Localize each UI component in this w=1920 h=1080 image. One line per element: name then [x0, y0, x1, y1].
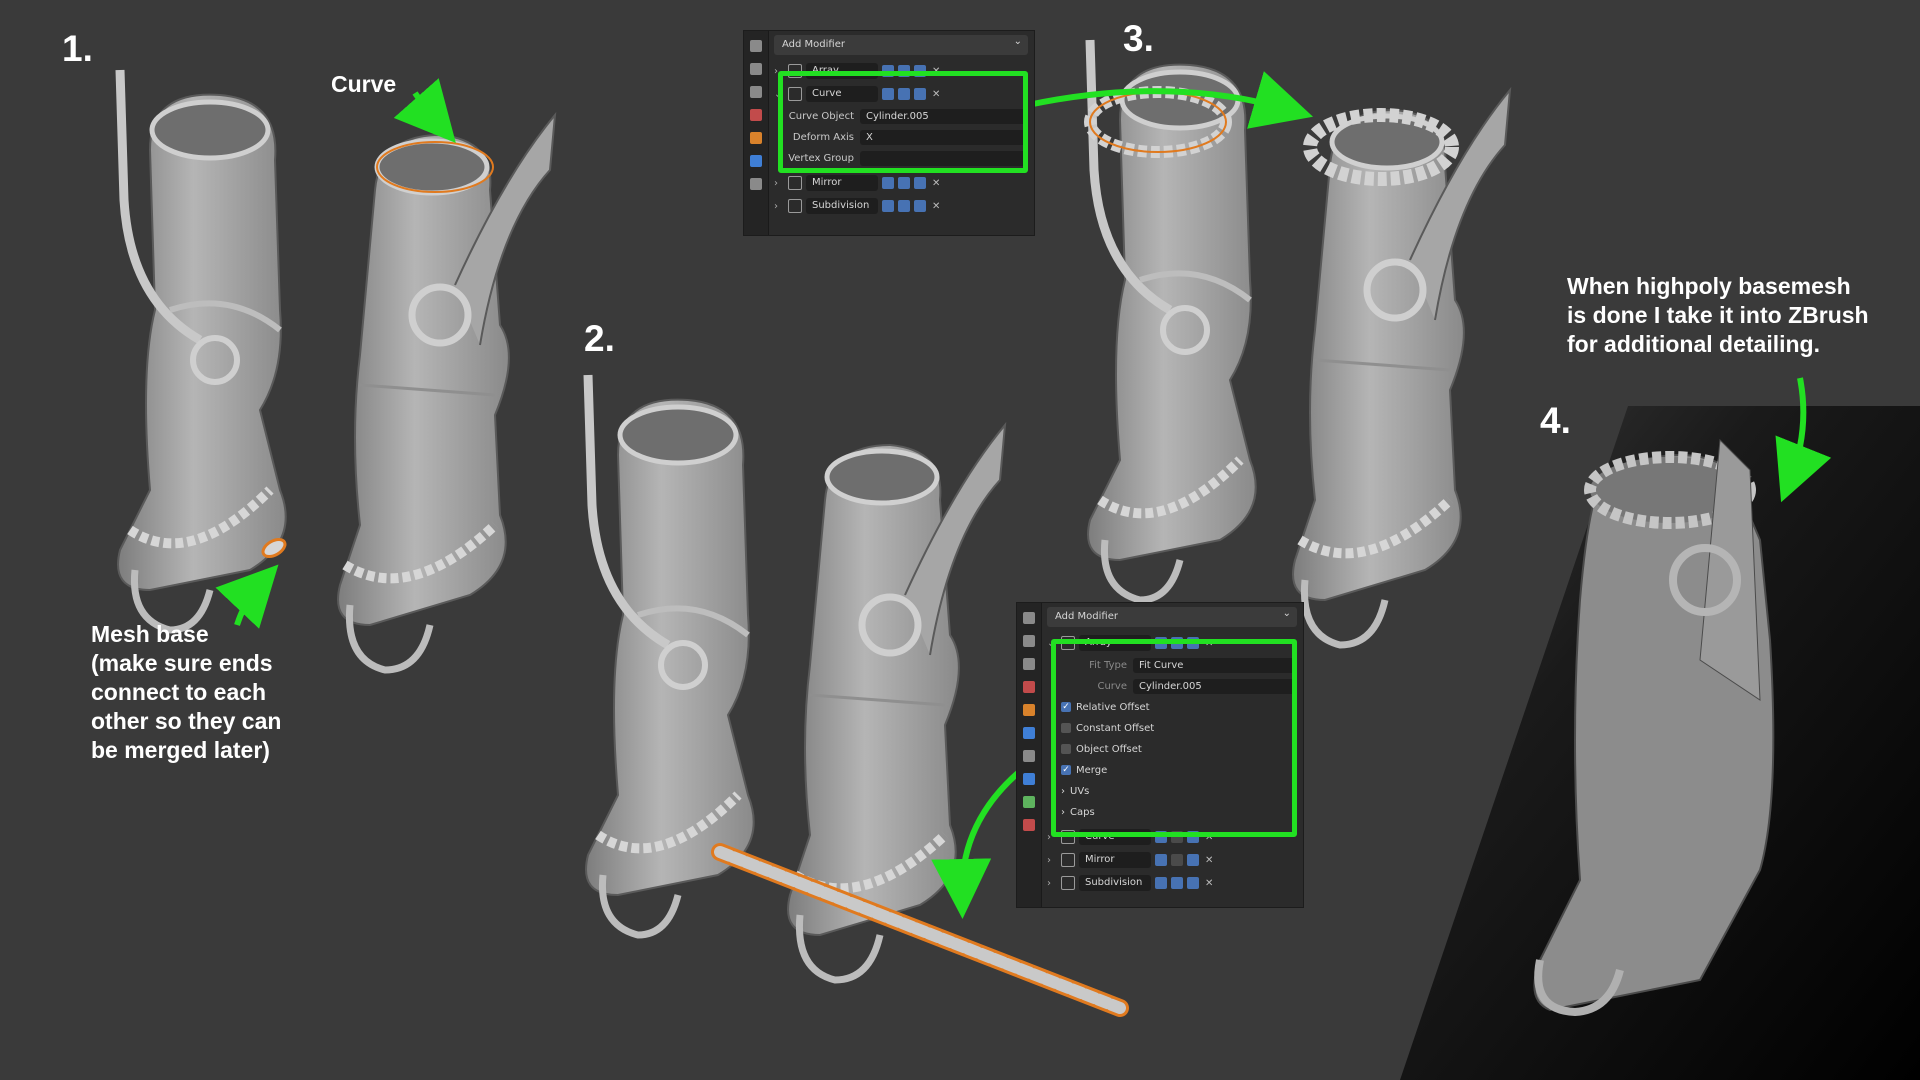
world-icon[interactable] — [750, 109, 762, 121]
mirror-icon — [788, 176, 802, 190]
physics-icon[interactable] — [1023, 773, 1035, 785]
modifier-name[interactable]: Subdivision — [806, 198, 878, 214]
close-icon[interactable]: ✕ — [932, 178, 940, 189]
modifier-panel-curve: Add Modifier › Array ✕ ⌄ Curve ✕ Curve O… — [743, 30, 1035, 236]
render-toggle-icon[interactable] — [1187, 877, 1199, 889]
properties-toolstrip[interactable] — [1017, 603, 1042, 907]
viewport-toggle-icon[interactable] — [1171, 877, 1183, 889]
close-icon[interactable]: ✕ — [1205, 855, 1213, 866]
modifier-row-mirror[interactable]: › Mirror ✕ — [774, 173, 1028, 193]
modifier-name[interactable]: Subdivision — [1079, 875, 1151, 891]
modifier-name[interactable]: Mirror — [806, 175, 878, 191]
zbrush-line: is done I take it into ZBrush — [1567, 302, 1869, 328]
highlight-box — [1051, 639, 1297, 837]
mesh-base-line: be merged later) — [91, 737, 270, 763]
particles-icon[interactable] — [750, 178, 762, 190]
subdivision-icon — [788, 199, 802, 213]
mesh-base-caption: Mesh base (make sure ends connect to eac… — [91, 620, 281, 765]
viewport-toggle-icon[interactable] — [898, 177, 910, 189]
world-icon[interactable] — [1023, 681, 1035, 693]
close-icon[interactable]: ✕ — [1205, 878, 1213, 889]
object-icon[interactable] — [1023, 704, 1035, 716]
zbrush-line: for additional detailing. — [1567, 331, 1820, 357]
chevron-right-icon[interactable]: › — [774, 201, 784, 212]
scene-icon[interactable] — [1023, 658, 1035, 670]
zbrush-caption: When highpoly basemesh is done I take it… — [1567, 272, 1869, 359]
modifier-name[interactable]: Mirror — [1079, 852, 1151, 868]
data-icon[interactable] — [1023, 796, 1035, 808]
mesh-base-line: Mesh base — [91, 621, 209, 647]
editmode-toggle-icon[interactable] — [1155, 877, 1167, 889]
viewport-toggle-icon[interactable] — [1171, 854, 1183, 866]
material-icon[interactable] — [1023, 819, 1035, 831]
properties-toolstrip[interactable] — [744, 31, 769, 235]
add-modifier-dropdown[interactable]: Add Modifier — [1047, 604, 1297, 627]
editmode-toggle-icon[interactable] — [882, 200, 894, 212]
viewport-toggle-icon[interactable] — [898, 200, 910, 212]
mirror-icon — [1061, 853, 1075, 867]
render-icon[interactable] — [1023, 612, 1035, 624]
wrench-icon[interactable] — [750, 155, 762, 167]
close-icon[interactable]: ✕ — [932, 201, 940, 212]
mesh-base-line: connect to each — [91, 679, 267, 705]
curve-label: Curve — [331, 71, 397, 97]
particles-icon[interactable] — [1023, 750, 1035, 762]
editmode-toggle-icon[interactable] — [882, 177, 894, 189]
add-modifier-dropdown[interactable]: Add Modifier — [774, 32, 1028, 55]
render-toggle-icon[interactable] — [914, 177, 926, 189]
chevron-right-icon[interactable]: › — [1047, 855, 1057, 866]
scene-icon[interactable] — [750, 86, 762, 98]
wrench-icon[interactable] — [1023, 727, 1035, 739]
subdivision-icon — [1061, 876, 1075, 890]
editmode-toggle-icon[interactable] — [1155, 854, 1167, 866]
chevron-right-icon[interactable]: › — [774, 178, 784, 189]
modifier-row-mirror[interactable]: › Mirror ✕ — [1047, 850, 1297, 870]
modifier-row-subdivision[interactable]: › Subdivision ✕ — [1047, 873, 1297, 893]
mesh-base-line: (make sure ends — [91, 650, 273, 676]
output-icon[interactable] — [1023, 635, 1035, 647]
object-icon[interactable] — [750, 132, 762, 144]
render-icon[interactable] — [750, 40, 762, 52]
render-toggle-icon[interactable] — [1187, 854, 1199, 866]
render-toggle-icon[interactable] — [914, 200, 926, 212]
chevron-right-icon[interactable]: › — [1047, 878, 1057, 889]
mesh-base-line: other so they can — [91, 708, 282, 734]
modifier-panel-array: Add Modifier ⌄ Array ✕ Fit Type Fit Curv… — [1016, 602, 1304, 908]
zbrush-line: When highpoly basemesh — [1567, 273, 1851, 299]
modifier-row-subdivision[interactable]: › Subdivision ✕ — [774, 196, 1028, 216]
highlight-box — [778, 71, 1028, 173]
output-icon[interactable] — [750, 63, 762, 75]
